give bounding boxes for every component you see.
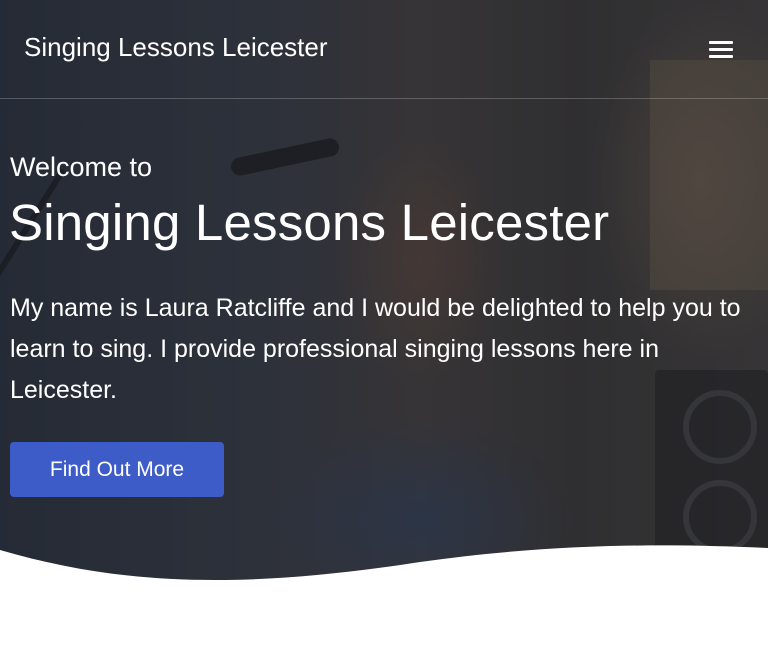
site-brand-link[interactable]: Singing Lessons Leicester: [24, 32, 328, 63]
navbar: Singing Lessons Leicester: [0, 0, 768, 99]
wave-divider: [0, 545, 768, 600]
menu-toggle-button[interactable]: [700, 34, 742, 66]
welcome-text: Welcome to: [10, 152, 153, 182]
hero-intro-text: My name is Laura Ratcliffe and I would b…: [10, 294, 741, 404]
find-out-more-button[interactable]: Find Out More: [10, 442, 224, 497]
hero-title: Singing Lessons Leicester: [9, 194, 610, 251]
hero-section: Singing Lessons Leicester Welcome to Sin…: [0, 0, 768, 600]
